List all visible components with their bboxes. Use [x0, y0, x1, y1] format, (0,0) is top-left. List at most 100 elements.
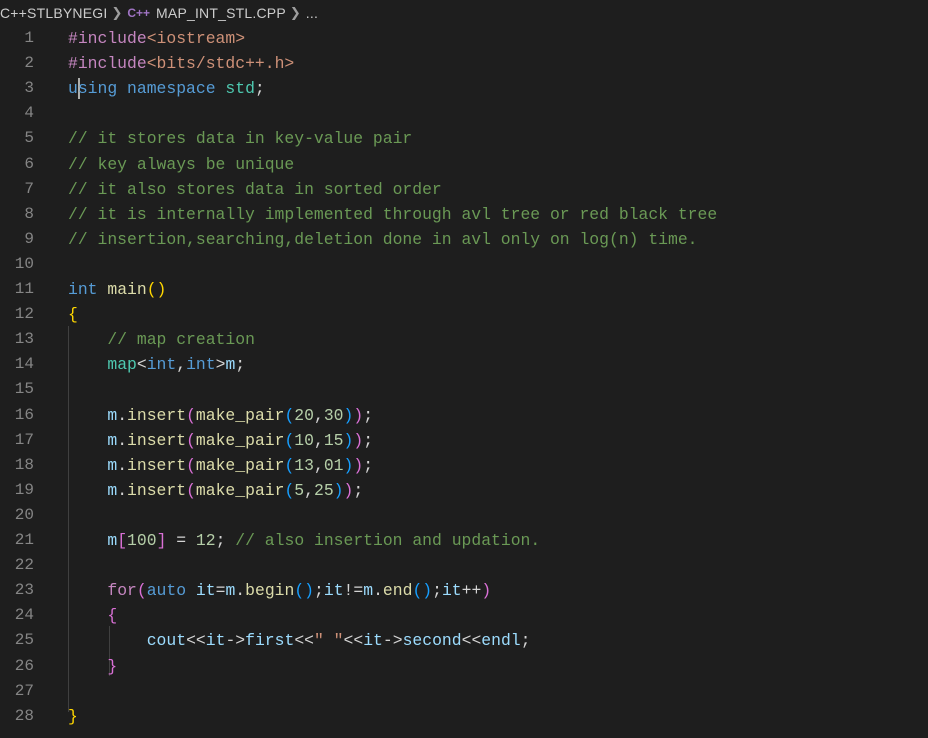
code-line[interactable]: 28}	[0, 704, 928, 729]
code-text: // it stores data in key-value pair	[68, 126, 412, 151]
code-token: 30	[323, 405, 344, 425]
code-line[interactable]: 18 m.insert(make_pair(13,01));	[0, 453, 928, 478]
breadcrumb: C++STLBYNEGI ❯ C++ MAP_INT_STL.CPP ❯ ...	[0, 0, 928, 26]
breadcrumb-file[interactable]: MAP_INT_STL.CPP	[156, 5, 286, 21]
code-token: ;	[432, 581, 442, 601]
code-token: )	[353, 430, 364, 450]
code-token: make_pair	[195, 480, 285, 500]
code-line[interactable]: 15	[0, 377, 928, 402]
code-token: )	[353, 405, 364, 425]
code-token: (	[284, 405, 295, 425]
code-token: ,	[313, 405, 324, 425]
code-line[interactable]: 12 {	[0, 302, 928, 327]
code-token: (	[186, 455, 196, 475]
code-token: )	[353, 455, 364, 475]
code-text: m.insert(make_pair(5,25));	[68, 478, 363, 503]
code-token: m	[107, 405, 118, 425]
code-line[interactable]: 21 m[100] = 12; // also insertion and up…	[0, 528, 928, 553]
code-line[interactable]: 10	[0, 252, 928, 277]
code-line[interactable]: 24 {	[0, 603, 928, 628]
code-line[interactable]: 5 // it stores data in key-value pair	[0, 126, 928, 151]
code-token: (	[186, 405, 196, 425]
code-token: ;	[235, 355, 246, 375]
code-line[interactable]: 13 // map creation	[0, 327, 928, 352]
code-line[interactable]: 22	[0, 553, 928, 578]
line-number: 2	[24, 54, 34, 73]
code-text: }	[68, 654, 117, 679]
code-text: for(auto it=m.begin();it!=m.end();it++)	[68, 578, 491, 603]
line-number: 20	[14, 505, 34, 524]
code-token: end	[382, 581, 413, 601]
code-token: 20	[294, 405, 314, 425]
breadcrumb-more[interactable]: ...	[306, 5, 318, 21]
code-token: it	[205, 631, 226, 651]
code-token: )	[481, 581, 492, 601]
code-token: ;	[314, 581, 324, 601]
code-editor[interactable]: 1 #include<iostream> 2 #include<bits/stdc++…	[0, 26, 928, 738]
code-token: m	[363, 581, 374, 601]
code-line[interactable]: 27	[0, 679, 928, 704]
line-number: 16	[14, 405, 34, 424]
code-text: // map creation	[68, 327, 255, 352]
code-token: m	[225, 355, 236, 375]
code-line[interactable]: 9 // insertion,searching,deletion done in…	[0, 227, 928, 252]
code-token: // it also stores data in sorted order	[68, 179, 442, 199]
code-token: // it is internally implemented through …	[68, 204, 718, 224]
code-token: ;	[363, 430, 374, 450]
code-token: second	[402, 631, 462, 651]
code-line[interactable]: 1 #include<iostream>	[0, 26, 928, 51]
code-token: <<	[461, 631, 482, 651]
code-token: 15	[323, 430, 344, 450]
line-number: 24	[14, 606, 34, 625]
code-token: <	[136, 355, 147, 375]
code-token: .	[117, 405, 128, 425]
code-token: .	[373, 581, 383, 601]
code-token: )	[343, 480, 354, 500]
code-line[interactable]: 17 m.insert(make_pair(10,15));	[0, 428, 928, 453]
code-token: ;	[215, 531, 236, 550]
code-line[interactable]: 26 }	[0, 654, 928, 679]
code-token: m	[225, 581, 236, 601]
code-line[interactable]: 6 // key always be unique	[0, 152, 928, 177]
code-token: using	[68, 79, 118, 99]
code-token: [	[117, 531, 128, 550]
code-line[interactable]: 11 int main()	[0, 277, 928, 302]
code-text: m[100] = 12; // also insertion and updat…	[68, 528, 540, 553]
code-line[interactable]: 2 #include<bits/stdc++.h>	[0, 51, 928, 76]
code-token: // map creation	[107, 330, 255, 350]
code-token: ;	[254, 79, 265, 99]
code-token: 5	[294, 480, 305, 500]
code-token: ()	[412, 581, 433, 601]
code-token: {	[68, 305, 78, 325]
code-token: ->	[382, 631, 403, 651]
code-line[interactable]: 20	[0, 503, 928, 528]
code-token: }	[107, 656, 118, 676]
code-token: // also insertion and updation.	[235, 531, 541, 550]
code-token: " "	[314, 631, 344, 651]
code-token: 13	[294, 455, 314, 475]
code-token: )	[343, 405, 354, 425]
line-number: 15	[14, 380, 34, 399]
line-number: 10	[14, 254, 34, 273]
code-line[interactable]: 8 // it is internally implemented through…	[0, 202, 928, 227]
code-line[interactable]: 16 m.insert(make_pair(20,30));	[0, 403, 928, 428]
code-token: <<	[294, 631, 314, 651]
code-token: ;	[520, 631, 531, 651]
code-line[interactable]: 19 m.insert(make_pair(5,25));	[0, 478, 928, 503]
code-line[interactable]: 3 using namespace std;	[0, 76, 928, 101]
code-line[interactable]: 23 for(auto it=m.begin();it!=m.end();it+…	[0, 578, 928, 603]
code-token: .	[117, 455, 128, 475]
code-line[interactable]: 7 // it also stores data in sorted order	[0, 177, 928, 202]
code-line[interactable]: 4	[0, 101, 928, 126]
breadcrumb-folder[interactable]: C++STLBYNEGI	[0, 5, 107, 21]
code-line[interactable]: 25 cout<<it->first<<" "<<it->second<<end…	[0, 628, 928, 653]
code-token: ++	[461, 581, 482, 601]
code-text: map<int,int>m;	[68, 352, 245, 377]
code-line[interactable]: 14 map<int,int>m;	[0, 352, 928, 377]
code-token: <<	[186, 631, 206, 651]
